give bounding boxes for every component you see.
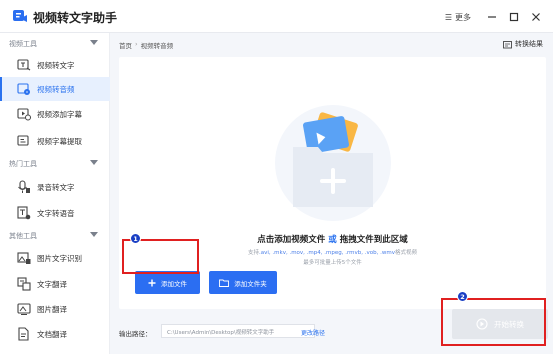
step-badge-1: 1 (130, 233, 141, 244)
output-path-label: 输出路径： (119, 330, 152, 338)
sidebar-item-doc-translate[interactable]: 文档翻译 (0, 322, 110, 346)
section-title: 热门工具 (9, 160, 37, 168)
extract-subtitle-icon (17, 135, 29, 146)
add-subtitle-icon (17, 108, 31, 121)
section-title: 其他工具 (9, 232, 37, 240)
annotation-highlight-start (441, 298, 546, 346)
folder-icon (219, 279, 230, 287)
collapse-caret-icon (90, 40, 98, 45)
drop-title-or: 或 (328, 235, 337, 245)
sidebar-item-text-to-speech[interactable]: 文字转语音 (0, 201, 110, 225)
step-badge-2: 2 (457, 291, 468, 302)
window-controls: ☰ 更多 (445, 8, 547, 26)
change-path-link[interactable]: 更改路径 (301, 328, 325, 337)
sidebar-item-video-to-text[interactable]: 视频转文字 (0, 53, 110, 77)
annotation-highlight-add-file (122, 239, 199, 274)
conversion-results-link[interactable]: 转换结果 (503, 39, 543, 49)
sidebar-item-extract-subtitle[interactable]: 视频字幕提取 (0, 129, 110, 153)
maximize-button[interactable] (503, 8, 525, 26)
sidebar: 视频工具 视频转文字 视频转音频 视频添加字幕 视频字幕提取 热门工具 录音转文… (0, 33, 110, 354)
video-audio-icon (17, 83, 30, 95)
sidebar-item-label: 文字翻译 (37, 280, 67, 289)
section-header-other-tools[interactable]: 其他工具 (0, 228, 110, 244)
sidebar-item-label: 视频转音频 (37, 85, 75, 94)
formats-list: .avi, .mkv, .mov, .mp4, .mpeg, .rmvb, .v… (259, 250, 395, 256)
add-file-label: 添加文件 (161, 279, 187, 288)
add-file-illustration-icon (275, 105, 391, 221)
text-translate-icon (17, 277, 31, 291)
formats-prefix: 支持 (248, 250, 260, 256)
section-header-video-tools[interactable]: 视频工具 (0, 36, 110, 52)
section-title: 视频工具 (9, 40, 37, 48)
sidebar-item-label: 录音转文字 (37, 183, 75, 192)
collapse-caret-icon (90, 232, 98, 237)
breadcrumb-current: 视频转音频 (140, 42, 174, 50)
sidebar-item-recording-to-text[interactable]: 录音转文字 (0, 175, 110, 199)
plus-icon (148, 279, 156, 286)
section-header-hot-tools[interactable]: 热门工具 (0, 156, 110, 172)
sidebar-item-image-ocr[interactable]: 图片文字识别 (0, 246, 110, 270)
image-ocr-icon (17, 252, 31, 264)
sidebar-item-add-subtitle[interactable]: 视频添加字幕 (0, 102, 110, 126)
sidebar-item-text-translate[interactable]: 文字翻译 (0, 272, 110, 296)
minimize-icon (488, 16, 496, 18)
title-bar: 视频转文字助手 ☰ 更多 (0, 0, 553, 33)
minimize-button[interactable] (481, 8, 503, 26)
results-folder-icon (503, 40, 512, 48)
app-title: 视频转文字助手 (33, 11, 118, 25)
sidebar-item-label: 图片翻译 (37, 305, 67, 314)
close-icon (532, 13, 540, 21)
text-speech-icon (17, 206, 31, 220)
breadcrumb-separator: › (135, 40, 138, 48)
sidebar-item-label: 视频字幕提取 (37, 137, 82, 146)
add-folder-label: 添加文件夹 (234, 279, 267, 288)
drop-title-part1: 点击添加视频文件 (257, 235, 329, 245)
more-menu-label: 更多 (455, 12, 471, 22)
formats-suffix: 格式视频 (394, 250, 417, 256)
doc-translate-icon (18, 327, 29, 341)
sidebar-item-label: 文字转语音 (37, 209, 75, 218)
add-file-button[interactable]: 添加文件 (135, 271, 200, 294)
app-logo-icon (13, 10, 27, 22)
image-translate-icon (17, 303, 31, 315)
sidebar-item-label: 视频添加字幕 (37, 110, 82, 119)
breadcrumb: 首页 › 视频转音频 (119, 40, 173, 50)
video-text-icon (17, 59, 31, 71)
sidebar-item-label: 图片文字识别 (37, 254, 82, 263)
sidebar-item-label: 文档翻译 (37, 330, 67, 339)
conversion-results-label: 转换结果 (515, 40, 543, 48)
sidebar-item-label: 视频转文字 (37, 61, 75, 70)
recording-icon (18, 180, 30, 193)
menu-icon: ☰ (444, 12, 452, 22)
output-path-field[interactable]: C:\Users\Admin\Desktop\视频转文字助手 (161, 324, 315, 338)
maximize-icon (509, 12, 519, 22)
more-menu-button[interactable]: ☰ 更多 (445, 12, 471, 23)
sidebar-item-image-translate[interactable]: 图片翻译 (0, 297, 110, 321)
sidebar-item-video-to-audio[interactable]: 视频转音频 (0, 77, 110, 101)
add-folder-button[interactable]: 添加文件夹 (209, 271, 277, 294)
drop-title-part2: 拖拽文件到此区域 (336, 235, 408, 245)
close-button[interactable] (525, 8, 547, 26)
breadcrumb-home[interactable]: 首页 (119, 40, 132, 50)
collapse-caret-icon (90, 160, 98, 165)
